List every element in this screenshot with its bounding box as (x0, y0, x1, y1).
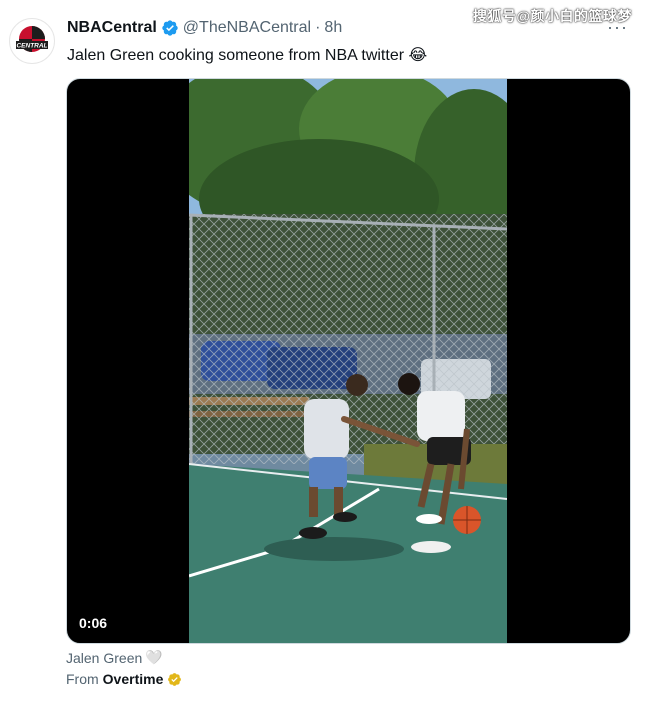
tweet-header: NBACentral @TheNBACentral · 8h (67, 19, 626, 37)
video-frame (189, 79, 507, 643)
tweet-text: Jalen Green cooking someone from NBA twi… (67, 47, 428, 64)
white-heart-icon: 🤍 (145, 649, 163, 665)
nbacentral-logo-icon: CENTRAL (11, 20, 53, 62)
media-source: From Overtime (66, 671, 182, 687)
more-options-icon[interactable]: ··· (607, 17, 628, 38)
video-thumbnail-image (189, 79, 507, 643)
video-duration: 0:06 (79, 615, 108, 631)
logo-wordmark: CENTRAL (16, 43, 47, 50)
video-player[interactable]: 0:06 (66, 78, 631, 644)
timestamp[interactable]: 8h (324, 19, 342, 37)
source-prefix: From (66, 671, 99, 687)
verified-badge-icon (162, 20, 178, 36)
gold-verified-badge-icon (168, 672, 182, 686)
source-account-link[interactable]: Overtime (103, 671, 164, 687)
media-caption[interactable]: Jalen Green 🤍 (66, 649, 163, 666)
caption-text: Jalen Green (66, 649, 143, 666)
avatar[interactable]: CENTRAL (9, 18, 55, 64)
separator-dot: · (315, 19, 321, 36)
display-name[interactable]: NBACentral (67, 19, 157, 37)
user-handle[interactable]: @TheNBACentral (183, 19, 311, 37)
